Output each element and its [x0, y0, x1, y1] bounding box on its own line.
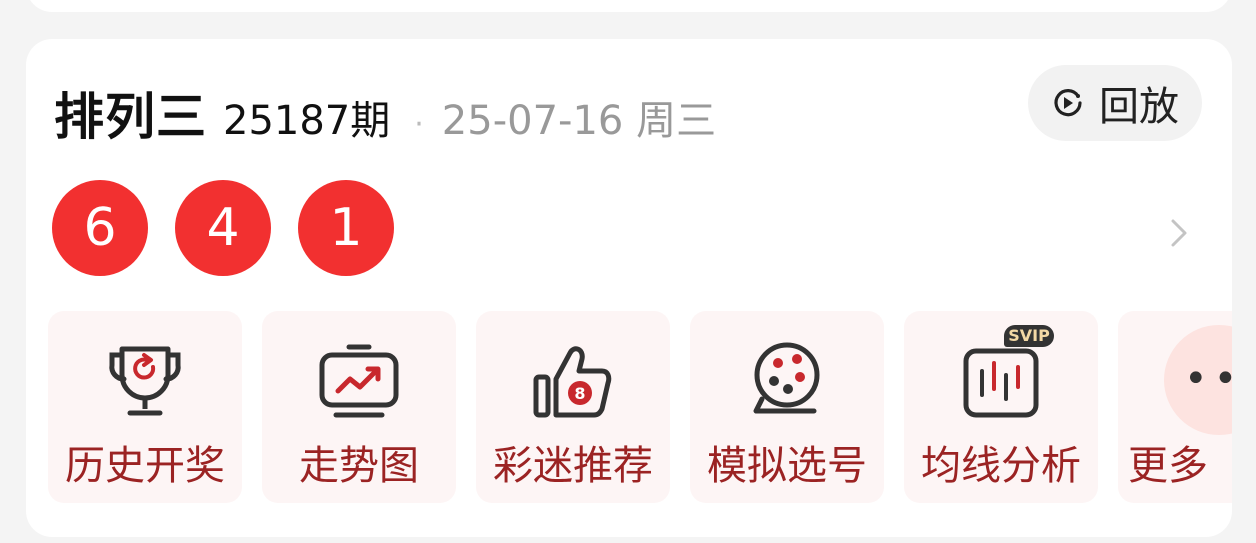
trend-chart-button[interactable]: 走势图	[262, 311, 456, 503]
previous-card	[26, 0, 1232, 12]
svg-text:8: 8	[574, 384, 585, 403]
draw-header: 排列三 25187期 · 25-07-16 周三	[54, 77, 716, 146]
lottery-name: 排列三	[54, 88, 207, 146]
replay-label: 回放	[1099, 84, 1179, 130]
action-label: 走势图	[299, 443, 419, 489]
action-label: 历史开奖	[65, 443, 225, 489]
trophy-icon	[109, 346, 181, 416]
number-ball: 4	[175, 180, 271, 276]
trend-chart-icon	[319, 344, 399, 418]
action-grid: 历史开奖 走势图 8 彩迷推荐 模拟选号 SVIP 均线分析 • 更多	[48, 311, 1232, 503]
candlestick-chart-icon	[963, 348, 1039, 418]
action-label: 模拟选号	[707, 443, 867, 489]
recommendations-button[interactable]: 8 彩迷推荐	[476, 311, 670, 503]
separator-dot: ·	[414, 107, 424, 142]
action-label: 均线分析	[921, 443, 1081, 489]
more-icon: ••	[1184, 356, 1232, 402]
issue-number: 25187期	[223, 98, 391, 144]
number-ball: 1	[298, 180, 394, 276]
draw-result-card: 排列三 25187期 · 25-07-16 周三 回放 6 4 1 历史开奖 走…	[26, 39, 1232, 537]
replay-icon	[1054, 89, 1082, 117]
history-draws-button[interactable]: 历史开奖	[48, 311, 242, 503]
thumbs-up-icon: 8	[533, 346, 612, 418]
action-label: 更多	[1128, 443, 1208, 489]
ma-analysis-button[interactable]: SVIP 均线分析	[904, 311, 1098, 503]
winning-numbers: 6 4 1	[52, 180, 394, 276]
svip-badge: SVIP	[1004, 325, 1054, 347]
more-button[interactable]: •• 更多	[1118, 311, 1232, 503]
draw-date: 25-07-16 周三	[441, 98, 717, 144]
number-ball: 6	[52, 180, 148, 276]
action-label: 彩迷推荐	[493, 443, 653, 489]
lottery-ball-machine-icon	[753, 342, 820, 414]
chevron-right-icon[interactable]	[1167, 215, 1191, 251]
simulate-pick-button[interactable]: 模拟选号	[690, 311, 884, 503]
replay-button[interactable]: 回放	[1028, 65, 1202, 141]
